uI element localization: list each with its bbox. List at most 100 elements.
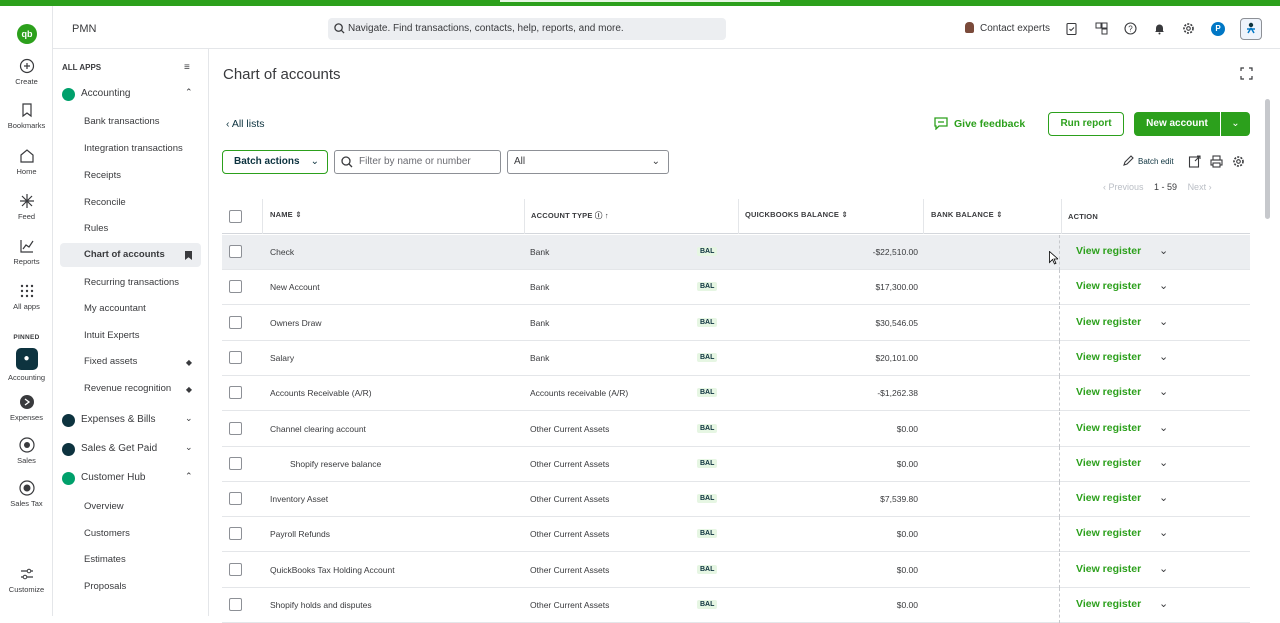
row-action-chevron-down-icon[interactable]: ⌄ <box>1159 597 1168 610</box>
table-row[interactable]: Payroll Refunds Other Current Assets BAL $0… <box>222 517 1250 553</box>
view-register-link[interactable]: View register <box>1076 386 1141 398</box>
scrollbar-thumb[interactable] <box>1265 99 1270 219</box>
table-settings-gear-icon[interactable] <box>1232 155 1245 168</box>
row-checkbox[interactable] <box>229 421 242 435</box>
filter-input[interactable]: Filter by name or number <box>334 150 501 174</box>
column-header-quickbooks-balance[interactable]: QUICKBOOKS BALANCE ⇕ <box>745 210 848 219</box>
rail-create[interactable]: Create <box>0 58 53 86</box>
rail-home[interactable]: Home <box>0 148 53 176</box>
assistant-button[interactable] <box>1240 18 1262 40</box>
rail-customize[interactable]: Customize <box>0 566 53 594</box>
table-row[interactable]: Shopify reserve balance Other Current Ass… <box>222 446 1250 482</box>
sidebar-group-customer-hub[interactable]: Customer Hub ⌃ <box>62 471 202 487</box>
sidebar-item-recurring-transactions[interactable]: Recurring transactions <box>84 277 201 288</box>
bell-icon[interactable] <box>1153 22 1166 35</box>
sidebar-item-proposals[interactable]: Proposals <box>84 581 201 592</box>
rail-feed[interactable]: Feed <box>0 193 53 221</box>
global-search[interactable]: Navigate. Find transactions, contacts, h… <box>328 18 726 40</box>
row-checkbox[interactable] <box>229 562 242 576</box>
column-header-bank-balance[interactable]: BANK BALANCE ⇕ <box>931 210 1003 219</box>
account-type-select[interactable]: All ⌄ <box>507 150 669 174</box>
row-action-chevron-down-icon[interactable]: ⌄ <box>1159 350 1168 363</box>
column-header-account-type[interactable]: ACCOUNT TYPE ⓘ ↑ <box>531 210 609 221</box>
row-action-chevron-down-icon[interactable]: ⌄ <box>1159 421 1168 434</box>
row-action-chevron-down-icon[interactable]: ⌄ <box>1159 562 1168 575</box>
view-register-link[interactable]: View register <box>1076 598 1141 610</box>
account-name[interactable]: Accounts Receivable (A/R) <box>270 388 372 398</box>
apps-switch-icon[interactable] <box>1095 22 1108 35</box>
rail-accounting[interactable]: ● Accounting <box>0 348 53 382</box>
view-register-link[interactable]: View register <box>1076 245 1141 257</box>
rail-all-apps[interactable]: All apps <box>0 283 53 311</box>
row-action-chevron-down-icon[interactable]: ⌄ <box>1159 315 1168 328</box>
view-register-link[interactable]: View register <box>1076 316 1141 328</box>
bookmark-filled-icon[interactable] <box>185 251 192 260</box>
sidebar-item-receipts[interactable]: Receipts <box>84 170 201 181</box>
sidebar-item-integration-transactions[interactable]: Integration transactions <box>84 143 201 154</box>
sidebar-item-overview[interactable]: Overview <box>84 501 201 512</box>
table-row[interactable]: Channel clearing account Other Current As… <box>222 411 1250 447</box>
sidebar-item-reconcile[interactable]: Reconcile <box>84 197 201 208</box>
account-name[interactable]: Channel clearing account <box>270 424 366 434</box>
pager-next[interactable]: Next › <box>1188 182 1212 192</box>
row-action-chevron-down-icon[interactable]: ⌄ <box>1159 491 1168 504</box>
pager-previous[interactable]: ‹ Previous <box>1103 182 1144 192</box>
row-checkbox[interactable] <box>229 527 242 541</box>
all-lists-link[interactable]: ‹ All lists <box>226 118 265 130</box>
account-name[interactable]: Payroll Refunds <box>270 529 330 539</box>
row-action-chevron-down-icon[interactable]: ⌄ <box>1159 526 1168 539</box>
rail-reports[interactable]: Reports <box>0 238 53 266</box>
print-icon[interactable] <box>1210 155 1223 168</box>
profile-avatar[interactable]: P <box>1211 22 1225 36</box>
run-report-button[interactable]: Run report <box>1048 112 1124 136</box>
sidebar-item-intuit-experts[interactable]: Intuit Experts <box>84 330 201 341</box>
table-row[interactable]: Inventory Asset Other Current Assets BAL $7… <box>222 482 1250 518</box>
row-action-chevron-down-icon[interactable]: ⌄ <box>1159 244 1168 257</box>
account-name[interactable]: Shopify reserve balance <box>290 459 381 469</box>
contact-experts-button[interactable]: Contact experts <box>965 22 1050 34</box>
row-checkbox[interactable] <box>229 245 242 258</box>
sidebar-item-rules[interactable]: Rules <box>84 223 201 234</box>
sidebar-item-bank-transactions[interactable]: Bank transactions <box>84 116 201 127</box>
table-row[interactable]: QuickBooks Tax Holding Account Other Curr… <box>222 552 1250 588</box>
sidebar-group-sales[interactable]: Sales & Get Paid ⌄ <box>62 442 202 458</box>
gear-icon[interactable] <box>1182 22 1195 35</box>
sidebar-item-estimates[interactable]: Estimates <box>84 554 201 565</box>
quickbooks-logo-icon[interactable]: qb <box>17 24 37 44</box>
export-icon[interactable] <box>1188 155 1201 168</box>
table-row[interactable]: Accounts Receivable (A/R) Accounts receiv… <box>222 376 1250 412</box>
row-checkbox[interactable] <box>229 350 242 364</box>
select-all-checkbox[interactable] <box>229 210 242 223</box>
view-register-link[interactable]: View register <box>1076 527 1141 539</box>
table-row[interactable]: Check Bank BAL -$22,510.00 View register ⌄ <box>222 235 1250 270</box>
sidebar-item-revenue-recognition[interactable]: Revenue recognition ◆ <box>84 383 201 394</box>
row-action-chevron-down-icon[interactable]: ⌄ <box>1159 385 1168 398</box>
row-checkbox[interactable] <box>229 492 242 506</box>
sidebar-item-chart-of-accounts[interactable]: Chart of accounts <box>60 243 201 267</box>
view-register-link[interactable]: View register <box>1076 280 1141 292</box>
view-register-link[interactable]: View register <box>1076 422 1141 434</box>
rail-sales-tax[interactable]: Sales Tax <box>0 480 53 508</box>
account-name[interactable]: Owners Draw <box>270 318 321 328</box>
rail-expenses[interactable]: Expenses <box>0 394 53 422</box>
row-action-chevron-down-icon[interactable]: ⌄ <box>1159 456 1168 469</box>
sidebar-group-expenses[interactable]: Expenses & Bills ⌄ <box>62 413 202 429</box>
row-checkbox[interactable] <box>229 315 242 329</box>
table-row[interactable]: Owners Draw Bank BAL $30,546.05 View registe… <box>222 305 1250 341</box>
row-checkbox[interactable] <box>229 598 242 611</box>
new-account-button[interactable]: New account <box>1134 112 1220 136</box>
sidebar-item-fixed-assets[interactable]: Fixed assets ◆ <box>84 356 201 367</box>
give-feedback-link[interactable]: Give feedback <box>934 117 1025 131</box>
column-header-name[interactable]: NAME ⇕ <box>270 210 302 219</box>
row-action-chevron-down-icon[interactable]: ⌄ <box>1159 279 1168 292</box>
rail-sales[interactable]: Sales <box>0 437 53 465</box>
account-name[interactable]: Salary <box>270 353 294 363</box>
help-icon[interactable]: ? <box>1124 22 1137 35</box>
rail-bookmarks[interactable]: Bookmarks <box>0 102 53 130</box>
view-register-link[interactable]: View register <box>1076 351 1141 363</box>
view-register-link[interactable]: View register <box>1076 492 1141 504</box>
row-checkbox[interactable] <box>229 456 242 470</box>
table-row[interactable]: New Account Bank BAL $17,300.00 View registe… <box>222 270 1250 306</box>
row-checkbox[interactable] <box>229 280 242 294</box>
fullscreen-icon[interactable] <box>1240 67 1253 80</box>
